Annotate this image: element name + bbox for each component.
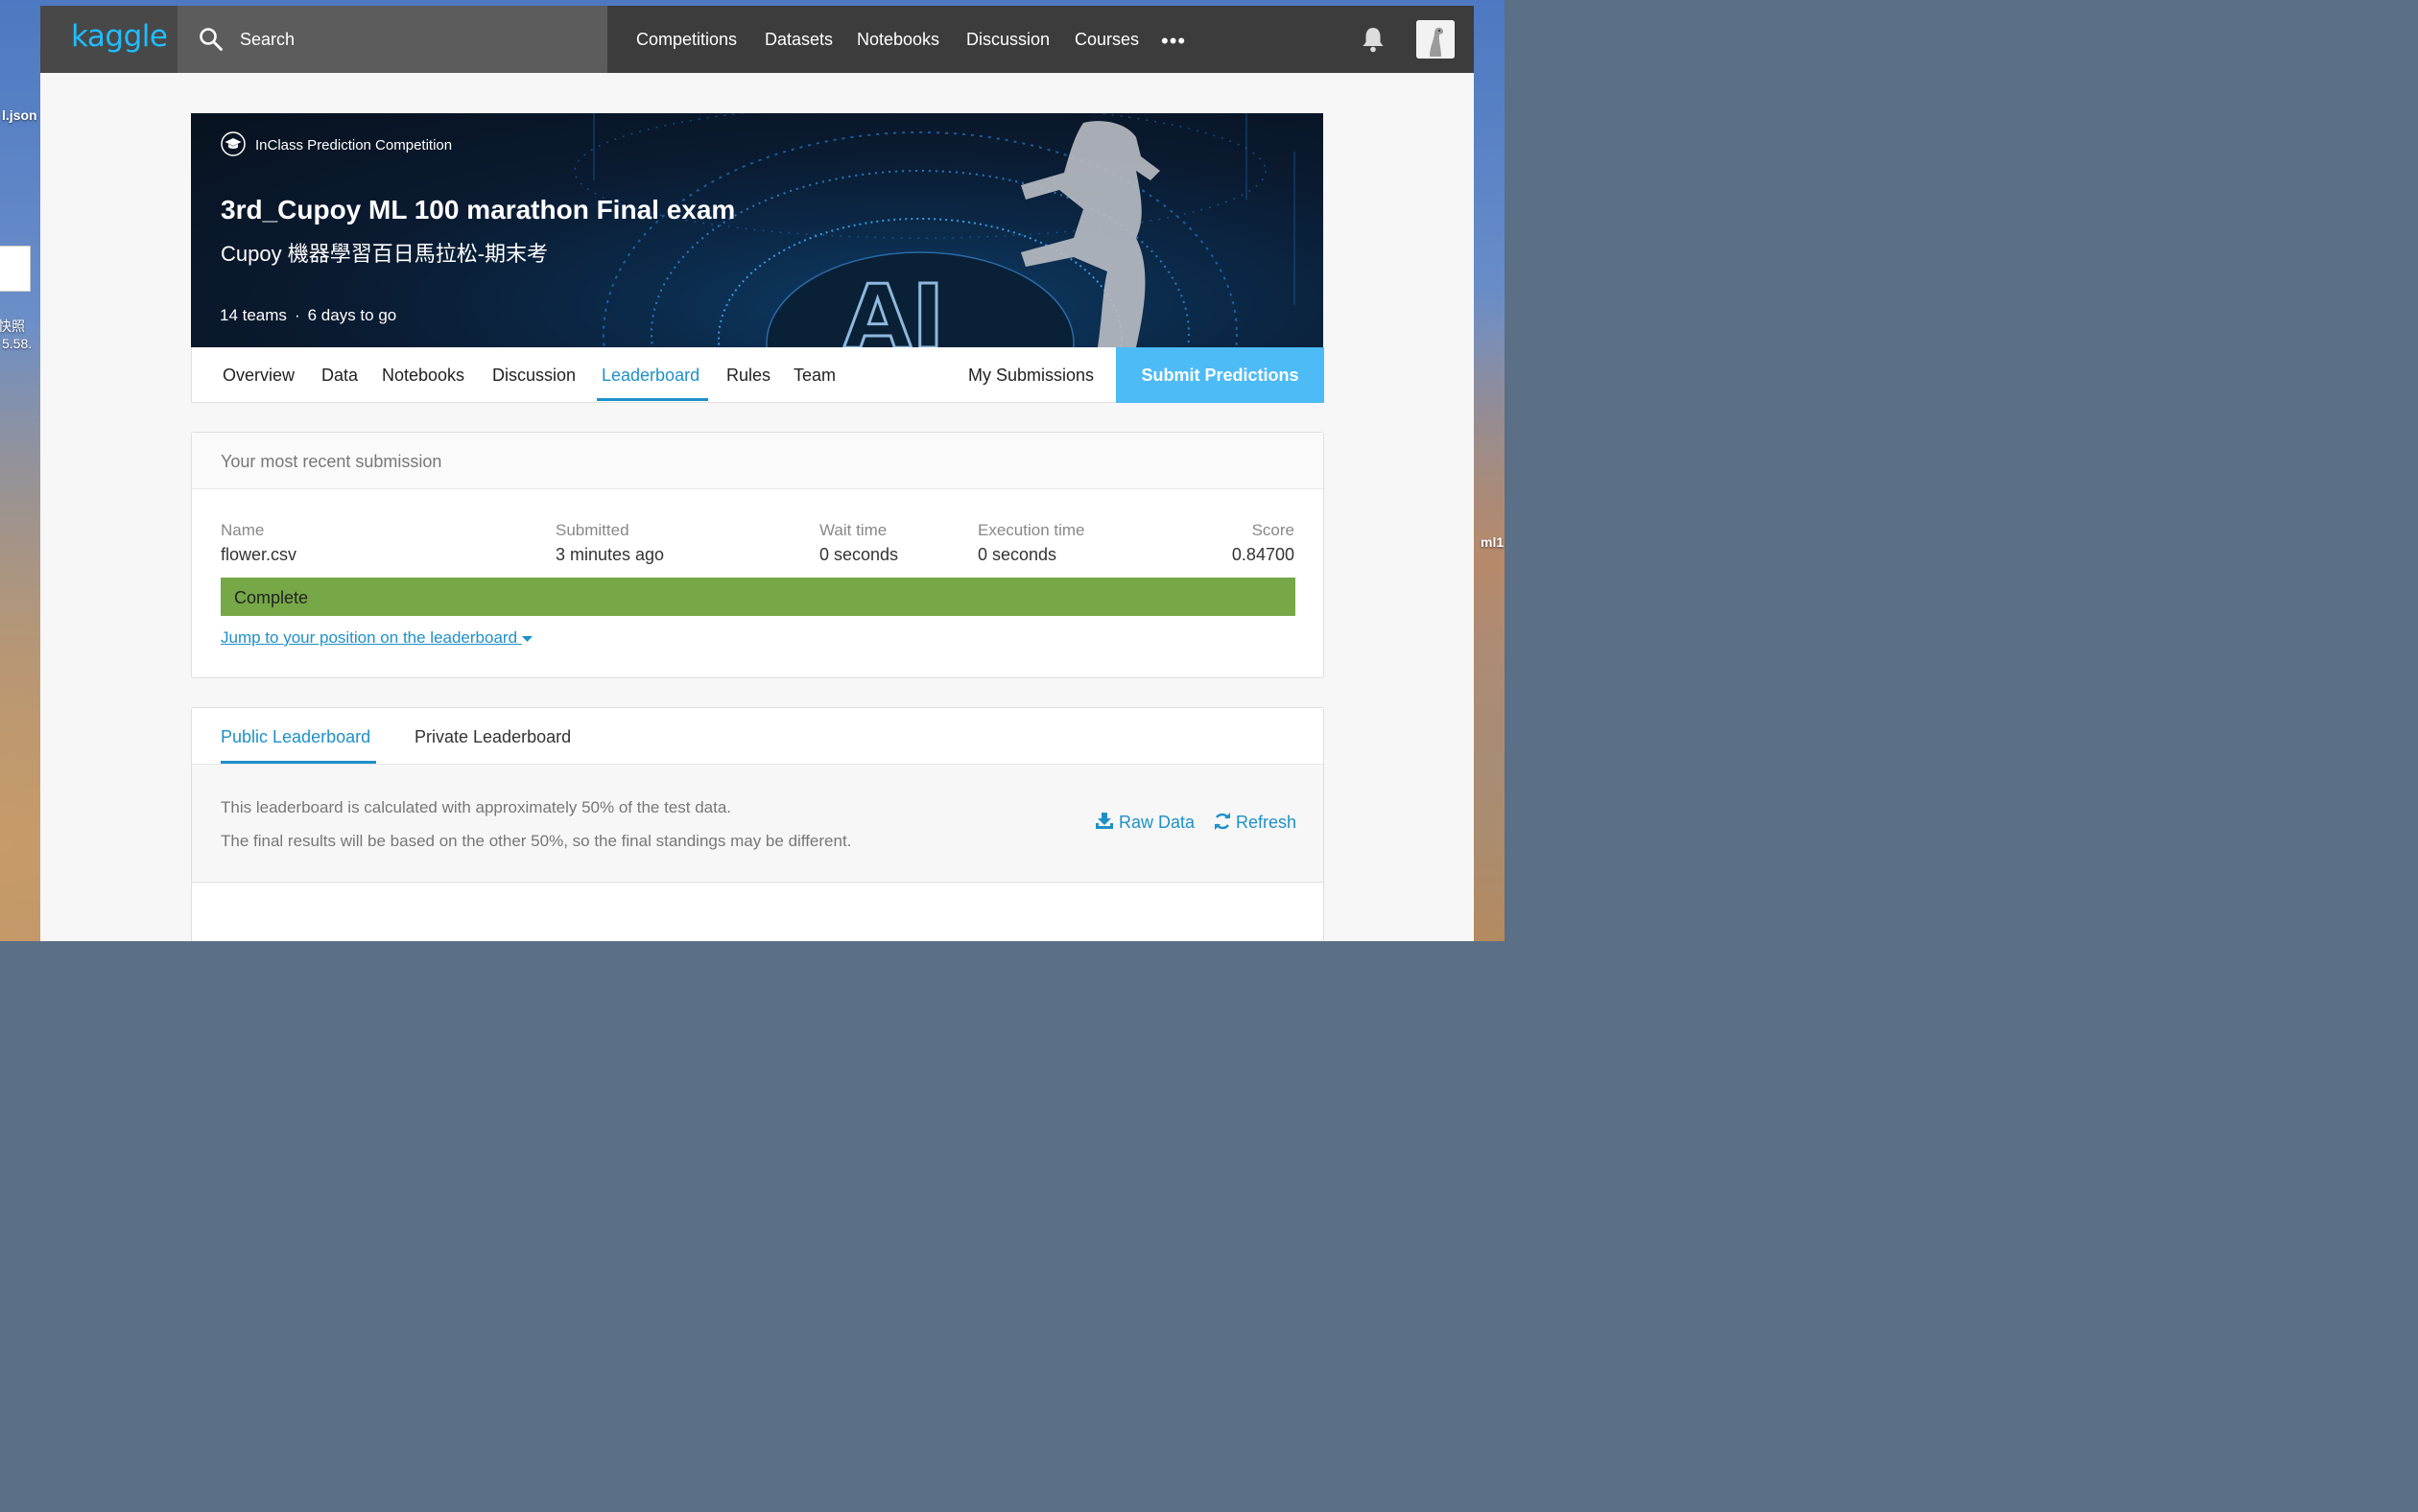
active-tab-indicator <box>221 761 376 764</box>
execution-time-value: 0 seconds <box>978 545 1057 564</box>
top-navbar: kaggle Search Competitions Datasets Note… <box>40 6 1474 73</box>
desktop-file-label[interactable]: 快照 <box>0 317 25 336</box>
submitted-value: 3 minutes ago <box>556 545 665 564</box>
desktop-file-label[interactable]: 5.58. <box>2 336 32 351</box>
avatar[interactable] <box>1416 20 1455 59</box>
refresh-label: Refresh <box>1236 813 1297 832</box>
search-icon <box>200 28 223 51</box>
browser-window: kaggle Search Competitions Datasets Note… <box>40 6 1474 941</box>
leaderboard-info: This leaderboard is calculated with appr… <box>192 765 1323 883</box>
bell-icon[interactable] <box>1359 25 1387 54</box>
leaderboard-card: Public Leaderboard Private Leaderboard T… <box>191 707 1324 941</box>
refresh-button[interactable]: Refresh <box>1214 813 1296 833</box>
logo-text: kaggle <box>71 19 168 54</box>
submitted-label: Submitted <box>556 521 629 539</box>
team-count: 14 teams <box>220 306 287 324</box>
card-title: Your most recent submission <box>221 452 442 471</box>
desktop-file-icon[interactable] <box>0 246 31 292</box>
banner-ai-text: AI <box>843 266 944 347</box>
active-tab-indicator <box>597 398 708 401</box>
status-text: Complete <box>234 588 309 607</box>
jump-link-label: Jump to your position on the leaderboard <box>221 628 518 647</box>
nav-discussion[interactable]: Discussion <box>966 30 1050 50</box>
tab-leaderboard[interactable]: Leaderboard <box>602 366 699 386</box>
submit-predictions-button[interactable]: Submit Predictions <box>1116 347 1324 403</box>
time-remaining: 6 days to go <box>307 306 397 324</box>
recent-submission-card: Your most recent submission Name flower.… <box>191 432 1324 678</box>
kaggle-logo[interactable]: kaggle <box>40 6 178 73</box>
desktop-file-label[interactable]: ml1 <box>1481 534 1504 550</box>
competition-title: 3rd_Cupoy ML 100 marathon Final exam <box>221 195 736 224</box>
tab-notebooks[interactable]: Notebooks <box>382 366 464 386</box>
nav-competitions[interactable]: Competitions <box>636 30 737 50</box>
desktop-file-label[interactable]: l.json <box>2 107 37 123</box>
tab-rules[interactable]: Rules <box>726 366 770 386</box>
graduation-cap-icon <box>221 131 246 156</box>
tab-private-leaderboard[interactable]: Private Leaderboard <box>415 727 571 747</box>
score-label: Score <box>1251 521 1294 539</box>
raw-data-button[interactable]: Raw Data <box>1095 813 1195 833</box>
execution-time-label: Execution time <box>978 521 1085 539</box>
caret-down-icon <box>521 636 533 642</box>
wait-time-label: Wait time <box>819 521 888 539</box>
search-input[interactable]: Search <box>240 30 295 50</box>
status-badge: Complete <box>221 578 1295 616</box>
nav-notebooks[interactable]: Notebooks <box>857 30 939 50</box>
more-horizontal-icon[interactable]: ••• <box>1161 29 1186 54</box>
download-icon <box>1096 813 1113 829</box>
my-submissions-link[interactable]: My Submissions <box>968 366 1094 386</box>
competition-subtitle: Cupoy 機器學習百日馬拉松-期末考 <box>221 242 549 266</box>
nav-datasets[interactable]: Datasets <box>765 30 833 50</box>
refresh-icon <box>1215 813 1230 830</box>
wait-time-value: 0 seconds <box>819 545 899 564</box>
name-label: Name <box>221 521 265 539</box>
card-header: Your most recent submission <box>192 433 1323 489</box>
leaderboard-note: This leaderboard is calculated with appr… <box>221 798 732 816</box>
tab-data[interactable]: Data <box>321 366 358 386</box>
score-value: 0.84700 <box>1231 545 1294 564</box>
competition-type: InClass Prediction Competition <box>255 137 453 154</box>
raw-data-label: Raw Data <box>1119 813 1196 832</box>
leaderboard-note: The final results will be based on the o… <box>221 832 852 850</box>
competition-banner: AI InClass Prediction Competition 3rd_Cu… <box>191 113 1323 347</box>
submission-name: flower.csv <box>221 545 297 564</box>
search-bar[interactable]: Search <box>178 6 607 73</box>
nav-courses[interactable]: Courses <box>1075 30 1139 50</box>
tab-discussion[interactable]: Discussion <box>492 366 576 386</box>
competition-meta: 14 teams · 6 days to go <box>220 306 397 324</box>
leaderboard-tabs: Public Leaderboard Private Leaderboard <box>192 708 1323 765</box>
tab-overview[interactable]: Overview <box>223 366 295 386</box>
tab-public-leaderboard[interactable]: Public Leaderboard <box>221 727 370 747</box>
jump-to-position-link[interactable]: Jump to your position on the leaderboard <box>221 628 533 648</box>
competition-tabs: Overview Data Notebooks Discussion Leade… <box>191 347 1324 403</box>
tab-team[interactable]: Team <box>794 366 836 386</box>
